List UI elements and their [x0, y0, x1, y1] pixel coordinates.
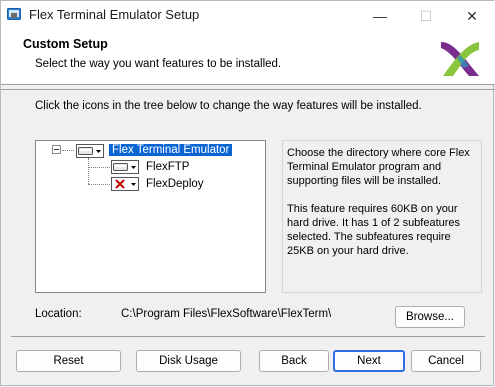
tree-connector — [88, 158, 89, 184]
back-button[interactable]: Back — [259, 350, 329, 372]
disk-usage-button[interactable]: Disk Usage — [136, 350, 241, 372]
header-subtitle: Select the way you want features to be i… — [35, 58, 282, 70]
feature-tree[interactable]: Flex Terminal Emulator FlexFTP FlexDeplo… — [35, 140, 266, 293]
close-button[interactable]: ✕ — [449, 1, 495, 31]
browse-button[interactable]: Browse... — [395, 306, 465, 328]
title-bar: Flex Terminal Emulator Setup — ☐ ✕ — [1, 1, 495, 31]
maximize-button: ☐ — [419, 7, 433, 24]
tree-instructions: Click the icons in the tree below to cha… — [35, 100, 422, 112]
reset-button[interactable]: Reset — [16, 350, 121, 372]
minimize-button[interactable]: — — [357, 1, 403, 31]
feature-unavailable-dropdown-icon[interactable] — [111, 177, 139, 191]
collapse-toggle-icon[interactable] — [52, 145, 61, 154]
cancel-button[interactable]: Cancel — [411, 350, 481, 372]
setup-window: Flex Terminal Emulator Setup — ☐ ✕ Custo… — [0, 0, 495, 386]
next-button[interactable]: Next — [333, 350, 405, 372]
tree-connector — [88, 184, 110, 185]
feature-disk-requirement-text: This feature requires 60KB on your hard … — [287, 203, 461, 257]
feature-description-panel: Choose the directory where core Flex Ter… — [282, 140, 482, 293]
window-title: Flex Terminal Emulator Setup — [29, 7, 200, 22]
header-title: Custom Setup — [23, 37, 108, 51]
dialog-header: Custom Setup Select the way you want fea… — [1, 31, 495, 85]
tree-connector — [62, 150, 74, 151]
product-logo-icon — [441, 42, 479, 76]
installer-app-icon — [7, 8, 21, 20]
footer-divider — [11, 336, 485, 337]
tree-node-flexdeploy[interactable]: FlexDeploy — [146, 178, 204, 190]
feature-state-dropdown-icon[interactable] — [111, 160, 139, 174]
feature-description-text: Choose the directory where core Flex Ter… — [287, 147, 470, 187]
feature-state-dropdown-icon[interactable] — [76, 144, 104, 158]
header-divider — [1, 89, 495, 90]
location-path: C:\Program Files\FlexSoftware\FlexTerm\ — [121, 308, 332, 320]
location-label: Location: — [35, 308, 82, 320]
tree-node-flex-terminal-emulator[interactable]: Flex Terminal Emulator — [109, 144, 233, 156]
tree-connector — [88, 167, 110, 168]
tree-node-flexftp[interactable]: FlexFTP — [146, 161, 189, 173]
